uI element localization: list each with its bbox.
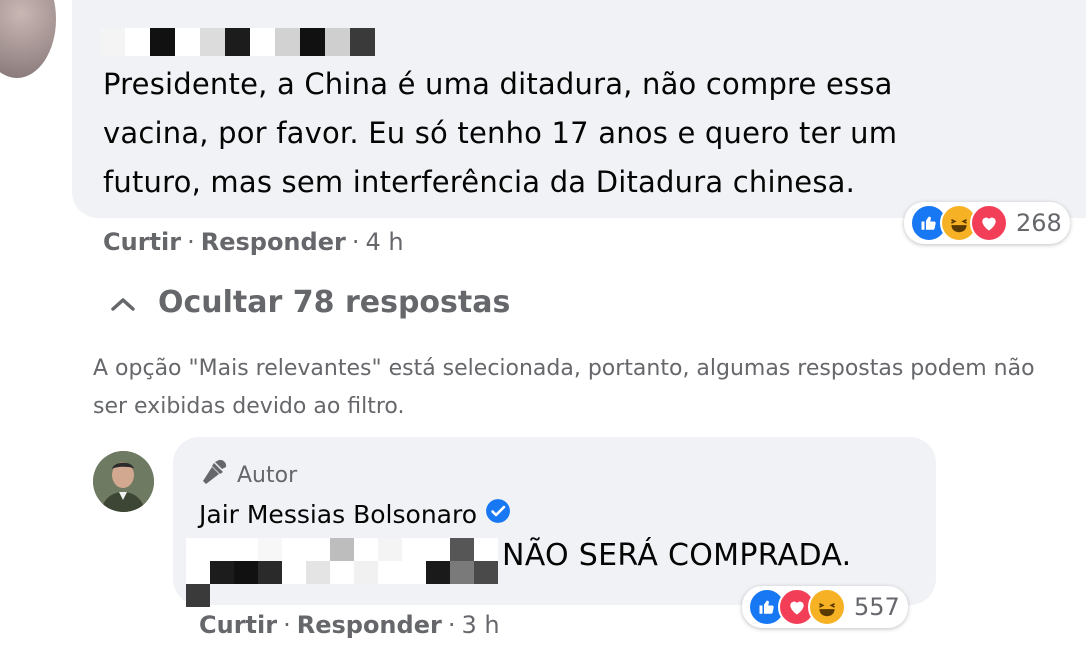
verified-badge-icon [485,498,511,530]
author-name[interactable]: Jair Messias Bolsonaro [199,500,477,529]
comment-text: Presidente, a China é uma ditadura, não … [103,67,898,199]
reaction-count: 557 [854,593,900,621]
reply-actions: Curtir · Responder · 3 h [199,611,500,639]
reply-text: NÃO SERÁ COMPRADA. [502,538,852,573]
microphone-icon [199,457,231,493]
haha-icon [808,588,846,626]
filter-note: A opção "Mais relevantes" está seleciona… [93,356,1035,419]
like-link[interactable]: Curtir [103,228,181,256]
chevron-up-icon [110,285,136,320]
timestamp[interactable]: 4 h [365,228,403,256]
reply-link[interactable]: Responder [297,611,442,639]
reaction-summary[interactable]: 268 [904,202,1070,244]
like-link[interactable]: Curtir [199,611,277,639]
hide-replies-button[interactable]: Ocultar 78 respostas [110,285,510,320]
hide-replies-label: Ocultar 78 respostas [158,285,511,320]
author-badge-label: Autor [237,462,298,488]
pixelated-reply-text [186,538,500,607]
reply-reaction-summary[interactable]: 557 [742,586,908,628]
reply-link[interactable]: Responder [201,228,346,256]
comment-actions: Curtir · Responder · 4 h [103,228,404,256]
author-badge: Autor [199,457,297,493]
timestamp[interactable]: 3 h [461,611,499,639]
commenter-avatar[interactable] [0,0,56,78]
pixelated-commenter-name [100,28,375,56]
author-name-row: Jair Messias Bolsonaro [199,498,511,530]
love-icon [970,204,1008,242]
reaction-count: 268 [1016,209,1062,237]
author-avatar[interactable] [93,451,154,512]
